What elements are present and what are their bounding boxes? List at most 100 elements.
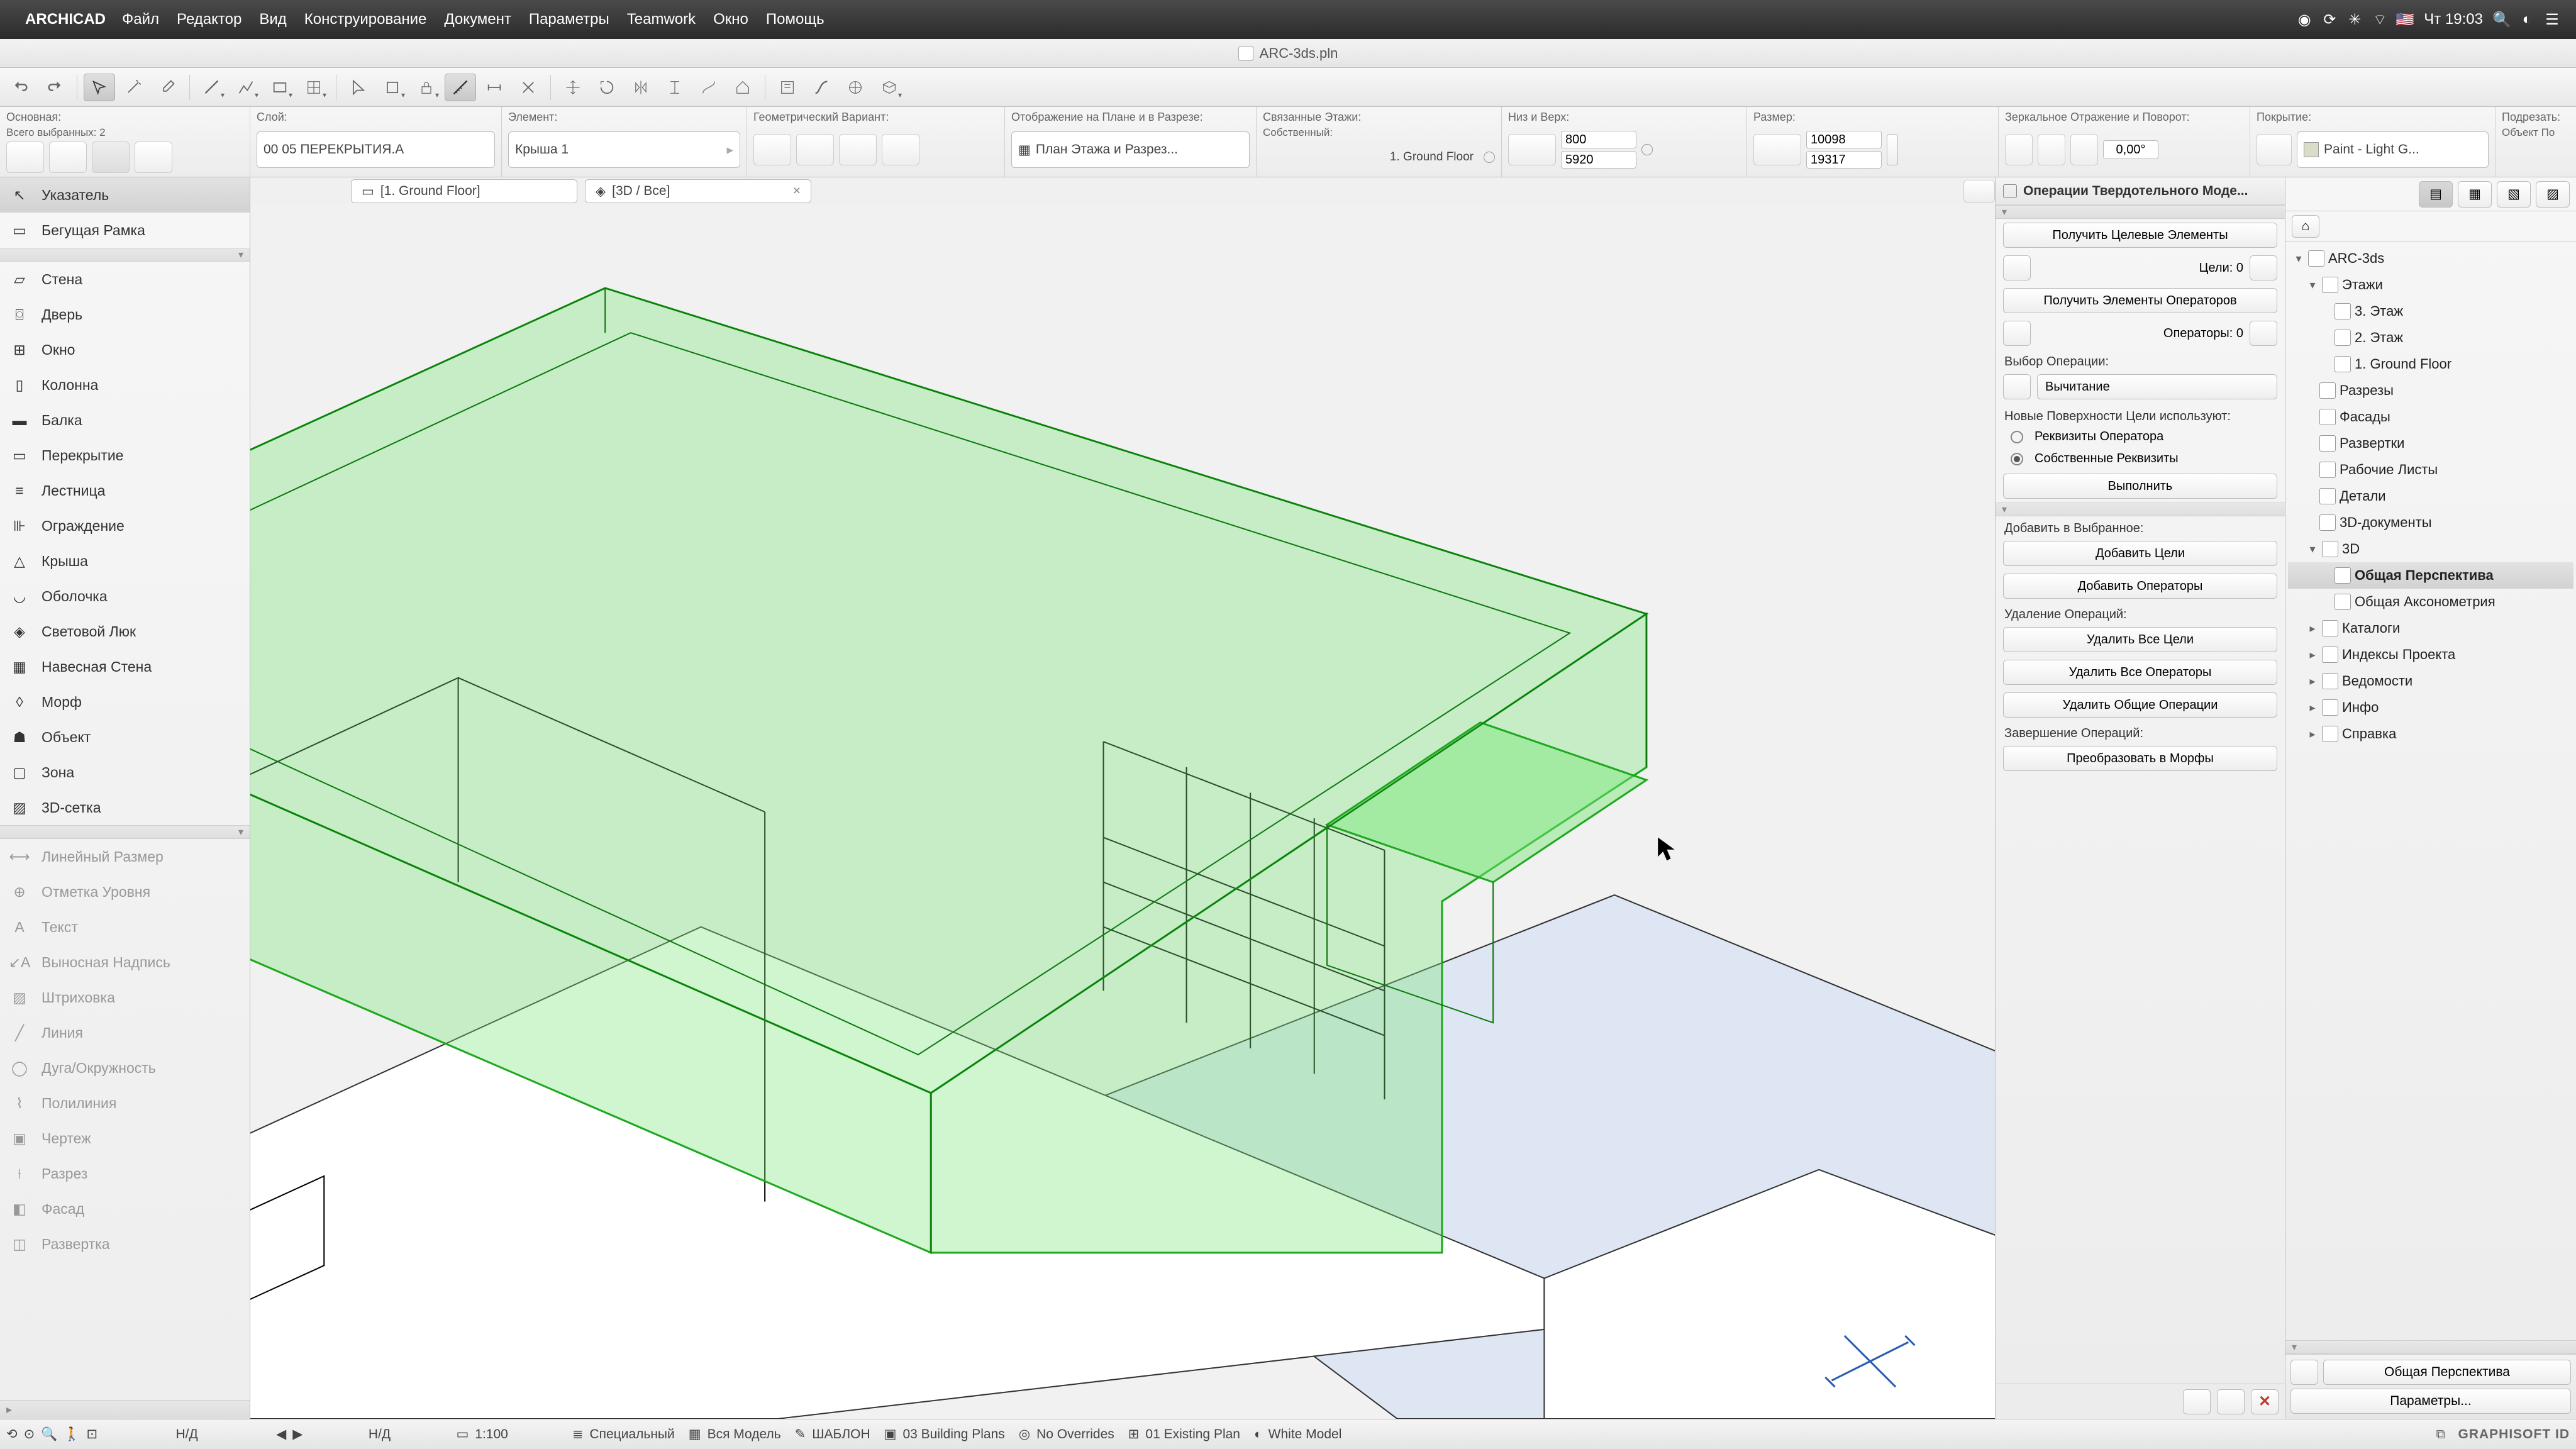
model-filter-icon[interactable]: ▦	[689, 1426, 701, 1442]
add-operators-button[interactable]: Добавить Операторы	[2003, 574, 2277, 599]
menu-edit[interactable]: Редактор	[177, 11, 242, 28]
trace-tool-button[interactable]	[806, 74, 837, 101]
mvo-icon[interactable]: ▣	[884, 1426, 897, 1442]
tree-3d-axo[interactable]: Общая Аксонометрия	[2288, 589, 2573, 615]
status-3dstyle[interactable]: White Model	[1269, 1427, 1342, 1442]
wifi-icon[interactable]: ⌔	[2367, 10, 2392, 29]
get-operators-button[interactable]: Получить Элементы Операторов	[2003, 288, 2277, 313]
viewport[interactable]: ▭[1. Ground Floor] ◈[3D / Все]×	[250, 177, 1995, 1419]
radio-own-attrs[interactable]	[2011, 453, 2023, 465]
fit-icon[interactable]: ⊙	[24, 1426, 35, 1442]
menu-teamwork[interactable]: Teamwork	[627, 11, 696, 28]
tool-curtainwall[interactable]: ▦Навесная Стена	[0, 649, 250, 684]
del-targets-button[interactable]: Удалить Все Цели	[2003, 627, 2277, 652]
tree-lists[interactable]: ▸Ведомости	[2288, 668, 2573, 694]
tool-shell[interactable]: ◡Оболочка	[0, 579, 250, 614]
orbit-icon[interactable]: ⟲	[6, 1426, 18, 1442]
tab-overflow-button[interactable]	[1963, 180, 1995, 203]
tool-wall[interactable]: ▱Стена	[0, 262, 250, 297]
tool-arrow[interactable]: ↖Указатель	[0, 177, 250, 213]
dock-pop-button[interactable]	[2217, 1389, 2245, 1414]
mirror-h-button[interactable]	[2005, 134, 2033, 165]
tool-polyline[interactable]: ⌇Полилиния	[0, 1085, 250, 1121]
tool-label[interactable]: ↙AВыносная Надпись	[0, 945, 250, 980]
seo-sep-1[interactable]	[1996, 205, 2285, 219]
tool-mesh[interactable]: ▨3D-сетка	[0, 790, 250, 825]
geom-opt-3-button[interactable]	[839, 134, 877, 165]
tool-marquee[interactable]: ▭Бегущая Рамка	[0, 213, 250, 248]
zoom-level[interactable]: 1:100	[475, 1427, 508, 1442]
3dstyle-icon[interactable]: ◐	[1254, 1427, 1262, 1442]
display-combo[interactable]: ▦План Этажа и Разрез...	[1011, 131, 1250, 168]
mirror-tool-button[interactable]	[625, 74, 657, 101]
zoom-extents-icon[interactable]: ⊡	[87, 1426, 98, 1442]
add-targets-button[interactable]: Добавить Цели	[2003, 541, 2277, 566]
nav-sep[interactable]	[2285, 1340, 2576, 1354]
rotation-input[interactable]	[2103, 140, 2158, 159]
polyline-geom-button[interactable]	[230, 74, 262, 101]
tool-stair[interactable]: ≡Лестница	[0, 473, 250, 508]
nav-params-button[interactable]: Параметры...	[2290, 1389, 2571, 1414]
tool-text[interactable]: AТекст	[0, 909, 250, 945]
surface-override-button[interactable]	[2257, 134, 2292, 165]
filter-selection-button[interactable]	[92, 142, 130, 173]
linked-story-value[interactable]: 1. Ground Floor	[1390, 150, 1474, 164]
menu-help[interactable]: Помощь	[766, 11, 824, 28]
reno-icon[interactable]: ⊞	[1128, 1426, 1140, 1442]
clock[interactable]: Чт 19:03	[2418, 11, 2489, 28]
scale-icon[interactable]: ▭	[456, 1426, 469, 1442]
layer-combo-icon[interactable]: ≣	[572, 1426, 584, 1442]
tool-interior-elev[interactable]: ◫Развертка	[0, 1226, 250, 1262]
menu-document[interactable]: Документ	[444, 11, 511, 28]
tool-arc[interactable]: ◯Дуга/Окружность	[0, 1050, 250, 1085]
tree-3d[interactable]: ▾3D	[2288, 536, 2573, 562]
operators-store-button[interactable]	[2250, 321, 2277, 346]
network-icon[interactable]: ⧉	[2436, 1427, 2445, 1442]
menu-view[interactable]: Вид	[259, 11, 286, 28]
execute-button[interactable]: Выполнить	[2003, 474, 2277, 499]
cursor-pick-button[interactable]	[84, 74, 115, 101]
rect-geom-button[interactable]	[264, 74, 296, 101]
status-model-filter[interactable]: Вся Модель	[708, 1427, 781, 1442]
tool-skylight[interactable]: ◈Световой Люк	[0, 614, 250, 649]
seo-sep-2[interactable]	[1996, 502, 2285, 516]
del-operators-button[interactable]: Удалить Все Операторы	[2003, 660, 2277, 685]
3d-canvas[interactable]	[250, 205, 1995, 1419]
tree-sections[interactable]: Разрезы	[2288, 377, 2573, 404]
status-mvo[interactable]: 03 Building Plans	[902, 1427, 1004, 1442]
element-combo[interactable]: Крыша 1▸	[508, 131, 740, 168]
toolbox-sep-1[interactable]	[0, 248, 250, 262]
app-name[interactable]: ARCHICAD	[25, 11, 106, 28]
view-mode-button[interactable]	[874, 74, 905, 101]
tool-line[interactable]: ╱Линия	[0, 1015, 250, 1050]
tree-story-1[interactable]: 1. Ground Floor	[2288, 351, 2573, 377]
tool-fill[interactable]: ▨Штриховка	[0, 980, 250, 1015]
tree-3d-perspective[interactable]: Общая Перспектива	[2288, 562, 2573, 589]
tool-elevation[interactable]: ◧Фасад	[0, 1191, 250, 1226]
geom-opt-4-button[interactable]	[882, 134, 919, 165]
render-tool-button[interactable]	[840, 74, 871, 101]
nav-tab-layout-book[interactable]: ▧	[2497, 181, 2531, 208]
tree-root[interactable]: ▾ARC-3ds	[2288, 245, 2573, 272]
home-tool-button[interactable]	[727, 74, 758, 101]
width-input[interactable]	[1806, 131, 1882, 148]
tree-stories[interactable]: ▾Этажи	[2288, 272, 2573, 298]
tool-railing[interactable]: ⊪Ограждение	[0, 508, 250, 543]
tool-roof[interactable]: △Крыша	[0, 543, 250, 579]
zoom-icon[interactable]: 🔍	[41, 1427, 57, 1442]
top-input[interactable]	[1561, 151, 1636, 169]
deselect-button[interactable]	[49, 142, 87, 173]
tool-linear-dim[interactable]: ⟷Линейный Размер	[0, 839, 250, 874]
del-common-button[interactable]: Удалить Общие Операции	[2003, 692, 2277, 718]
magic-wand-button[interactable]	[118, 74, 149, 101]
dimension-tool-button[interactable]	[479, 74, 510, 101]
measure-tool-button[interactable]	[445, 74, 476, 101]
tree-details[interactable]: Детали	[2288, 483, 2573, 509]
tool-slab[interactable]: ▭Перекрытие	[0, 438, 250, 473]
linked-story-toggle[interactable]	[1484, 152, 1495, 163]
go-icon[interactable]: ◎	[1019, 1426, 1030, 1442]
filter-tool-button[interactable]	[772, 74, 803, 101]
prev-icon[interactable]: ◀	[276, 1426, 286, 1442]
tool-section[interactable]: ⟊Разрез	[0, 1156, 250, 1191]
sync-icon[interactable]: ✳	[2342, 11, 2367, 29]
